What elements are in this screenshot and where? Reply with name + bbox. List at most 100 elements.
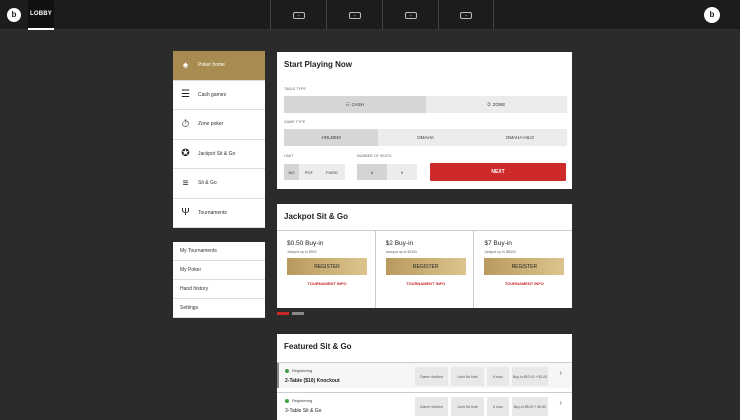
table-type-zone[interactable]: ⏱ ZONE — [426, 96, 568, 113]
jackpot-amount: Jackpot up to $500 — [287, 250, 317, 254]
table-type-label: TABLE TYPE — [284, 87, 306, 91]
chevron-right-icon: › — [559, 400, 562, 407]
game-cell: Game Hold'em — [415, 397, 448, 416]
sidebar-item-jackpot-sit-go[interactable]: ✪ Jackpot Sit & Go — [173, 140, 265, 169]
tournament-info-link[interactable]: TOURNAMENT INFO — [484, 281, 564, 286]
jackpot-icon: ✪ — [181, 148, 190, 160]
register-button[interactable]: REGISTER — [484, 258, 565, 275]
sidebar-item-label: Poker home — [198, 62, 225, 69]
sidebar-item-label: Zone poker — [198, 121, 224, 128]
buyin-cell: Buy-in $10.00 + $1.00 — [512, 367, 548, 386]
sidebar-item-cash-games[interactable]: ☰ Cash games — [173, 81, 265, 110]
limit-cell: Limit No limit — [451, 367, 484, 386]
sidebar-item-label: Tournaments — [198, 209, 227, 216]
stopwatch-icon: ⏱ — [181, 118, 190, 130]
table-row[interactable]: Registering 3-Table Sit & Go Game Hold'e… — [277, 392, 572, 418]
sidebar-item-poker-home[interactable]: ♠ Poker home — [173, 51, 265, 81]
sidebar-nav: ♠ Poker home ☰ Cash games ⏱ Zone poker ✪ Jac… — [173, 51, 265, 228]
chips-icon: ☷ — [345, 101, 350, 107]
carousel-dot-2[interactable] — [292, 312, 304, 315]
carousel-dot-1[interactable] — [277, 312, 289, 315]
jackpot-card: $2 Buy-in Jackpot up to $2400 REGISTER T… — [374, 231, 474, 308]
account-button[interactable]: b — [704, 7, 720, 23]
tournament-info-link[interactable]: TOURNAMENT INFO — [287, 281, 367, 286]
sidebar-item-tournaments[interactable]: Ψ Tournaments — [173, 199, 265, 228]
limit-pot[interactable]: POT — [299, 164, 319, 180]
game-type-omaha[interactable]: OMAHA — [378, 129, 472, 146]
tournament-name: 2-Table ($10) Knockout — [285, 378, 340, 384]
carousel-dots — [277, 312, 304, 315]
game-type-holdem[interactable]: HOLDEM — [284, 129, 379, 146]
add-table-icon: + — [292, 11, 305, 19]
seats-cell: 6 max — [487, 397, 509, 416]
next-button[interactable]: NEXT — [430, 163, 566, 181]
jackpot-cards: $0.50 Buy-in Jackpot up to $500 REGISTER… — [277, 230, 572, 308]
sidebar-secondary: My Tournaments My Poker Hand history Set… — [173, 242, 265, 318]
tab-lobby[interactable]: LOBBY — [28, 0, 54, 30]
seats-9[interactable]: 9 — [387, 164, 417, 180]
table-slot-3[interactable]: + — [382, 0, 438, 30]
sidebar-item-label: Cash games — [198, 91, 227, 98]
table-slot-1[interactable]: + — [270, 0, 326, 30]
row-marker — [277, 363, 279, 388]
jackpot-buyin: $0.50 Buy-in — [287, 240, 324, 247]
buyin-cell: Buy-in $5.00 + $0.50 — [512, 397, 548, 416]
seats-selector: 6 9 — [357, 164, 417, 180]
table-slot-2[interactable]: + — [326, 0, 382, 30]
cards-icon: ♠ — [182, 59, 189, 71]
top-bar: b LOBBY + + + + b — [0, 0, 740, 30]
sidebar-item-label: Jackpot Sit & Go — [198, 150, 236, 157]
table-type-cash[interactable]: ☷ CASH — [284, 96, 426, 113]
featured-sit-go-panel: Featured Sit & Go Registering 2-Table ($… — [277, 334, 572, 420]
sidebar-item-sit-go[interactable]: ≡ Sit & Go — [173, 169, 265, 199]
add-table-icon: + — [348, 11, 361, 19]
jackpot-buyin: $2 Buy-in — [385, 240, 414, 247]
sidebar-item-settings[interactable]: Settings — [173, 299, 265, 318]
option-label: CASH — [351, 102, 365, 107]
jackpot-amount: Jackpot up to $8400 — [484, 250, 516, 254]
jackpot-amount: Jackpot up to $2400 — [385, 250, 418, 254]
register-button[interactable]: REGISTER — [287, 258, 367, 275]
limit-no[interactable]: NO — [284, 164, 299, 180]
option-label: ZONE — [492, 102, 506, 107]
add-table-icon: + — [460, 11, 472, 19]
tournament-info-link[interactable]: TOURNAMENT INFO — [386, 281, 466, 286]
panel-title: Jackpot Sit & Go — [284, 212, 349, 221]
trophy-icon: Ψ — [181, 207, 190, 219]
jackpot-buyin: $7 Buy-in — [484, 240, 512, 247]
seats-cell: 6 max — [487, 367, 509, 386]
limit-fixed[interactable]: FIXED — [319, 164, 345, 180]
table-row[interactable]: Registering 2-Table ($10) Knockout Game … — [277, 362, 572, 388]
table-slot-4[interactable]: + — [438, 0, 494, 30]
table-tab-slots: + + + + — [270, 0, 494, 30]
chevron-right-icon: › — [559, 370, 562, 377]
limit-selector: NO POT FIXED — [284, 164, 345, 180]
limit-cell: Limit No limit — [451, 397, 484, 416]
status-dot-icon — [285, 368, 289, 373]
status-label: Registering — [292, 398, 313, 403]
seats-6[interactable]: 6 — [357, 164, 387, 180]
status: Registering — [285, 368, 312, 373]
panel-title: Featured Sit & Go — [284, 342, 352, 351]
limit-label: LIMIT — [284, 154, 294, 158]
sidebar-item-hand-history[interactable]: Hand history — [173, 280, 265, 299]
add-table-icon: + — [404, 11, 417, 19]
game-type-selector: HOLDEM OMAHA OMAHA HILO — [284, 129, 567, 146]
game-type-omaha-hilo[interactable]: OMAHA HILO — [473, 129, 567, 146]
sidebar-item-label: Sit & Go — [198, 180, 217, 187]
stopwatch-icon: ⏱ — [487, 102, 491, 107]
panel-title: Start Playing Now — [284, 60, 353, 69]
sidebar-item-zone-poker[interactable]: ⏱ Zone poker — [173, 110, 265, 140]
jackpot-sit-go-panel: Jackpot Sit & Go $0.50 Buy-in Jackpot up… — [277, 204, 572, 308]
register-button[interactable]: REGISTER — [385, 258, 466, 275]
jackpot-card: $0.50 Buy-in Jackpot up to $500 REGISTER… — [277, 231, 375, 308]
status: Registering — [285, 398, 312, 403]
sidebar-item-my-poker[interactable]: My Poker — [173, 261, 265, 280]
status-dot-icon — [285, 398, 289, 403]
game-type-label: GAME TYPE — [284, 120, 306, 124]
table-type-selector: ☷ CASH ⏱ ZONE — [284, 96, 567, 113]
game-cell: Game Hold'em — [415, 367, 448, 386]
start-playing-panel: Start Playing Now TABLE TYPE ☷ CASH ⏱ ZONE… — [277, 52, 572, 189]
sidebar-item-my-tournaments[interactable]: My Tournaments — [173, 242, 265, 261]
brand-logo[interactable]: b — [7, 8, 21, 22]
